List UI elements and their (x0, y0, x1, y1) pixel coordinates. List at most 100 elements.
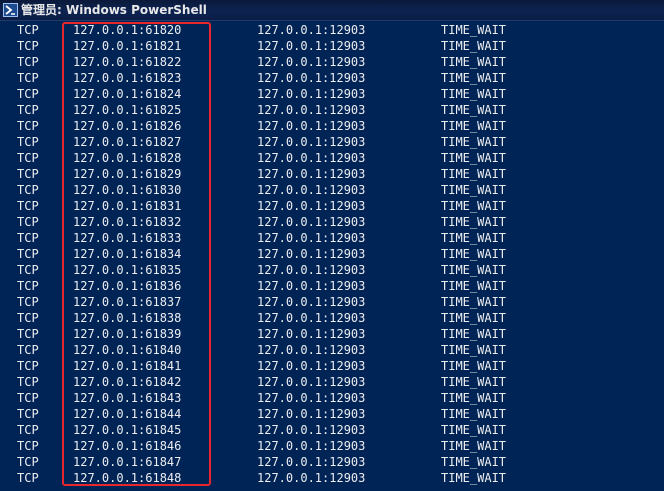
local-address-cell: 127.0.0.1:61831 (73, 199, 182, 213)
local-address-cell: 127.0.0.1:61841 (73, 359, 182, 373)
local-address-cell: 127.0.0.1:61826 (73, 119, 182, 133)
connection-row: TCP 127.0.0.1:61843 127.0.0.1:12903 TIME_WA… (0, 390, 664, 406)
protocol-cell: TCP (17, 183, 39, 197)
local-address-cell: 127.0.0.1:61821 (73, 39, 182, 53)
local-address-cell: 127.0.0.1:61823 (73, 71, 182, 85)
state-cell: TIME_WAIT (441, 183, 507, 197)
connection-row: TCP 127.0.0.1:61840 127.0.0.1:12903 TIME_WA… (0, 342, 664, 358)
state-cell: TIME_WAIT (441, 71, 507, 85)
protocol-cell: TCP (17, 279, 39, 293)
local-address-cell: 127.0.0.1:61840 (73, 343, 182, 357)
connection-row: TCP 127.0.0.1:61835 127.0.0.1:12903 TIME_WA… (0, 262, 664, 278)
protocol-cell: TCP (17, 343, 39, 357)
powershell-window: 管理员: Windows PowerShell TCP 127.0.0.1:618… (0, 0, 664, 491)
window-title: 管理员: Windows PowerShell (21, 3, 207, 17)
foreign-address-cell: 127.0.0.1:12903 (257, 215, 366, 229)
powershell-icon[interactable] (3, 3, 18, 17)
state-cell: TIME_WAIT (441, 311, 507, 325)
protocol-cell: TCP (17, 455, 39, 469)
local-address-cell: 127.0.0.1:61836 (73, 279, 182, 293)
connection-row: TCP 127.0.0.1:61826 127.0.0.1:12903 TIME_WA… (0, 118, 664, 134)
protocol-cell: TCP (17, 87, 39, 101)
local-address-cell: 127.0.0.1:61833 (73, 231, 182, 245)
connection-row: TCP 127.0.0.1:61839 127.0.0.1:12903 TIME_WA… (0, 326, 664, 342)
state-cell: TIME_WAIT (441, 87, 507, 101)
connection-row: TCP 127.0.0.1:61848 127.0.0.1:12903 TIME_WA… (0, 470, 664, 486)
connection-row: TCP 127.0.0.1:61830 127.0.0.1:12903 TIME_WA… (0, 182, 664, 198)
state-cell: TIME_WAIT (441, 423, 507, 437)
state-cell: TIME_WAIT (441, 135, 507, 149)
foreign-address-cell: 127.0.0.1:12903 (257, 423, 366, 437)
state-cell: TIME_WAIT (441, 39, 507, 53)
local-address-cell: 127.0.0.1:61829 (73, 167, 182, 181)
local-address-cell: 127.0.0.1:61839 (73, 327, 182, 341)
protocol-cell: TCP (17, 439, 39, 453)
foreign-address-cell: 127.0.0.1:12903 (257, 359, 366, 373)
protocol-cell: TCP (17, 135, 39, 149)
foreign-address-cell: 127.0.0.1:12903 (257, 327, 366, 341)
foreign-address-cell: 127.0.0.1:12903 (257, 295, 366, 309)
protocol-cell: TCP (17, 199, 39, 213)
local-address-cell: 127.0.0.1:61845 (73, 423, 182, 437)
foreign-address-cell: 127.0.0.1:12903 (257, 343, 366, 357)
protocol-cell: TCP (17, 247, 39, 261)
protocol-cell: TCP (17, 471, 39, 485)
connection-row: TCP 127.0.0.1:61821 127.0.0.1:12903 TIME_WA… (0, 38, 664, 54)
state-cell: TIME_WAIT (441, 343, 507, 357)
protocol-cell: TCP (17, 103, 39, 117)
foreign-address-cell: 127.0.0.1:12903 (257, 55, 366, 69)
foreign-address-cell: 127.0.0.1:12903 (257, 279, 366, 293)
state-cell: TIME_WAIT (441, 327, 507, 341)
foreign-address-cell: 127.0.0.1:12903 (257, 231, 366, 245)
protocol-cell: TCP (17, 263, 39, 277)
connection-row: TCP 127.0.0.1:61834 127.0.0.1:12903 TIME_WA… (0, 246, 664, 262)
protocol-cell: TCP (17, 23, 39, 37)
connection-row: TCP 127.0.0.1:61836 127.0.0.1:12903 TIME_WA… (0, 278, 664, 294)
state-cell: TIME_WAIT (441, 359, 507, 373)
connection-row: TCP 127.0.0.1:61823 127.0.0.1:12903 TIME_WA… (0, 70, 664, 86)
connection-row: TCP 127.0.0.1:61842 127.0.0.1:12903 TIME_WA… (0, 374, 664, 390)
foreign-address-cell: 127.0.0.1:12903 (257, 455, 366, 469)
connection-row: TCP 127.0.0.1:61844 127.0.0.1:12903 TIME_WA… (0, 406, 664, 422)
connection-row: TCP 127.0.0.1:61820 127.0.0.1:12903 TIME_WA… (0, 22, 664, 38)
local-address-cell: 127.0.0.1:61847 (73, 455, 182, 469)
local-address-cell: 127.0.0.1:61822 (73, 55, 182, 69)
foreign-address-cell: 127.0.0.1:12903 (257, 103, 366, 117)
foreign-address-cell: 127.0.0.1:12903 (257, 39, 366, 53)
state-cell: TIME_WAIT (441, 103, 507, 117)
protocol-cell: TCP (17, 327, 39, 341)
foreign-address-cell: 127.0.0.1:12903 (257, 71, 366, 85)
state-cell: TIME_WAIT (441, 199, 507, 213)
connection-row: TCP 127.0.0.1:61831 127.0.0.1:12903 TIME_WA… (0, 198, 664, 214)
connection-row: TCP 127.0.0.1:61847 127.0.0.1:12903 TIME_WA… (0, 454, 664, 470)
connection-row: TCP 127.0.0.1:61822 127.0.0.1:12903 TIME_WA… (0, 54, 664, 70)
connection-row: TCP 127.0.0.1:61845 127.0.0.1:12903 TIME_WA… (0, 422, 664, 438)
local-address-cell: 127.0.0.1:61828 (73, 151, 182, 165)
foreign-address-cell: 127.0.0.1:12903 (257, 199, 366, 213)
foreign-address-cell: 127.0.0.1:12903 (257, 151, 366, 165)
local-address-cell: 127.0.0.1:61848 (73, 471, 182, 485)
connection-row: TCP 127.0.0.1:61827 127.0.0.1:12903 TIME_WA… (0, 134, 664, 150)
foreign-address-cell: 127.0.0.1:12903 (257, 183, 366, 197)
foreign-address-cell: 127.0.0.1:12903 (257, 119, 366, 133)
protocol-cell: TCP (17, 423, 39, 437)
title-bar[interactable]: 管理员: Windows PowerShell (0, 0, 664, 21)
foreign-address-cell: 127.0.0.1:12903 (257, 263, 366, 277)
foreign-address-cell: 127.0.0.1:12903 (257, 375, 366, 389)
state-cell: TIME_WAIT (441, 55, 507, 69)
foreign-address-cell: 127.0.0.1:12903 (257, 311, 366, 325)
connection-row: TCP 127.0.0.1:61833 127.0.0.1:12903 TIME_WA… (0, 230, 664, 246)
state-cell: TIME_WAIT (441, 471, 507, 485)
connection-row: TCP 127.0.0.1:61832 127.0.0.1:12903 TIME_WA… (0, 214, 664, 230)
state-cell: TIME_WAIT (441, 23, 507, 37)
state-cell: TIME_WAIT (441, 215, 507, 229)
local-address-cell: 127.0.0.1:61827 (73, 135, 182, 149)
local-address-cell: 127.0.0.1:61843 (73, 391, 182, 405)
local-address-cell: 127.0.0.1:61832 (73, 215, 182, 229)
protocol-cell: TCP (17, 55, 39, 69)
console-output[interactable]: TCP 127.0.0.1:61820 127.0.0.1:12903 TIME_WA… (0, 22, 664, 491)
protocol-cell: TCP (17, 375, 39, 389)
state-cell: TIME_WAIT (441, 263, 507, 277)
protocol-cell: TCP (17, 407, 39, 421)
state-cell: TIME_WAIT (441, 247, 507, 261)
